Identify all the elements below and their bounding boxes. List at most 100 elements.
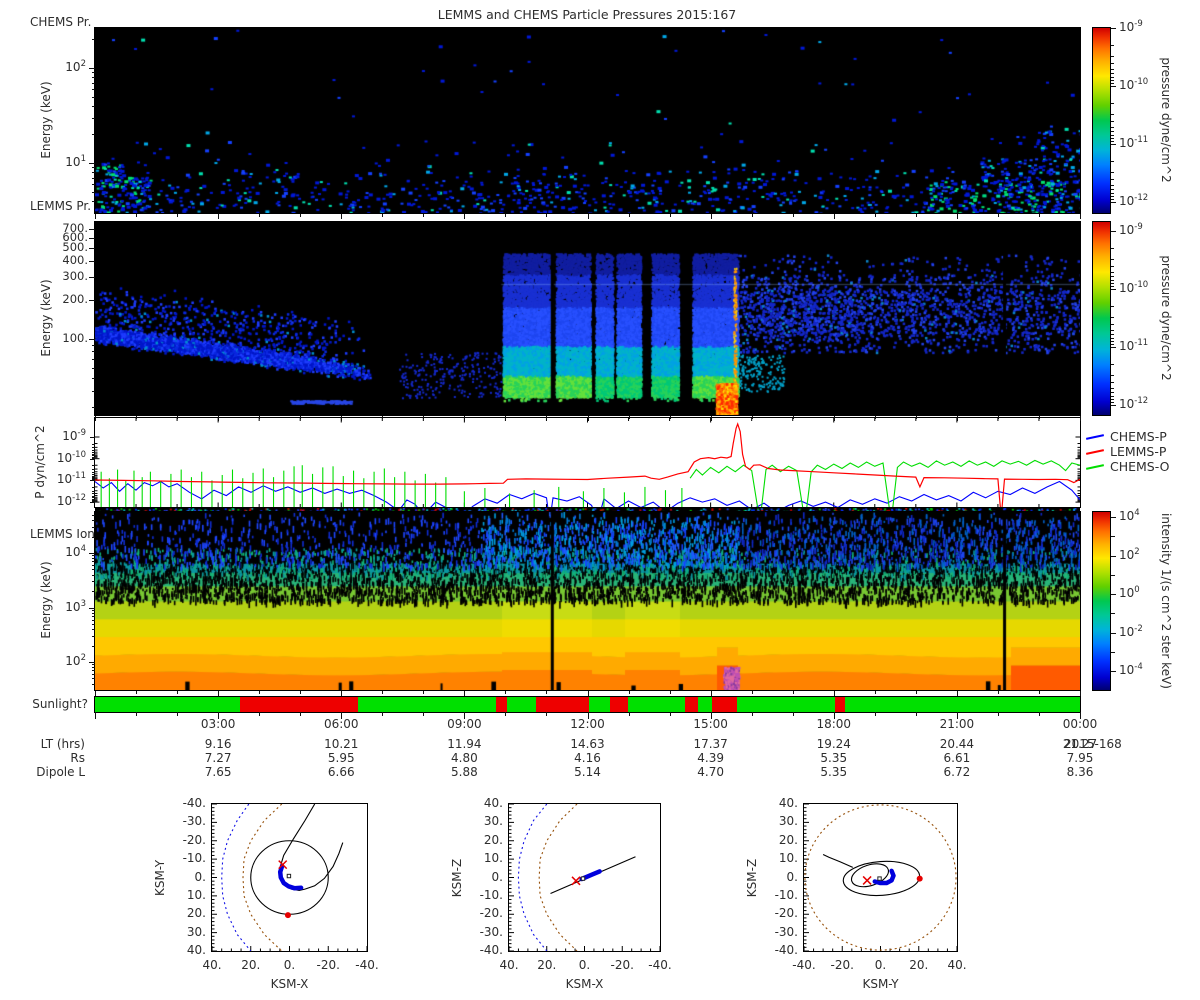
tick-label: 20. <box>537 958 557 972</box>
axis-tick <box>92 134 95 136</box>
axis-tick <box>833 416 835 421</box>
axis-tick <box>259 214 261 217</box>
tick-label: 10-9 <box>62 428 86 443</box>
axis-tick <box>92 619 95 621</box>
tick-label: 0. <box>283 958 296 972</box>
axis-tick <box>89 553 95 554</box>
colorbar-tick <box>1111 271 1114 273</box>
tick-label: 40. <box>186 943 206 957</box>
legend-label: CHEMS-P <box>1110 429 1167 444</box>
axis-tick <box>628 214 630 217</box>
axis-tick <box>1080 691 1081 696</box>
axis-tick <box>669 712 671 716</box>
sunlight-segment <box>357 697 496 712</box>
axis-tick <box>423 214 425 217</box>
axis-tick <box>92 574 95 576</box>
colorbar-tick <box>1111 141 1114 143</box>
axis-tick <box>95 214 96 219</box>
sunlight-bar <box>94 696 1081 713</box>
axis-tick <box>95 712 96 719</box>
tick-label: 30. <box>778 814 798 829</box>
axis-label-y: KSM-Z <box>450 858 464 897</box>
ephemeris-value: 19.24 <box>816 737 851 751</box>
orbit-plot-trajectory_ksm_x_vs_z <box>508 803 661 952</box>
tick-label: 103 <box>65 598 86 614</box>
axis-tick <box>628 712 630 716</box>
colorbar-tick <box>1111 574 1115 576</box>
axis-tick <box>546 416 548 419</box>
tick-label: 20. <box>241 958 261 972</box>
tick-label: -40. <box>479 943 503 957</box>
axis-tick <box>92 471 95 473</box>
axis-tick <box>1038 416 1040 419</box>
axis-tick <box>92 674 95 676</box>
tick-label: 40. <box>499 958 519 972</box>
axis-tick <box>92 623 95 625</box>
chems-pressure-spectrogram <box>94 27 1081 214</box>
panel-label-chems-pr: CHEMS Pr. <box>30 15 92 29</box>
axis-tick <box>915 691 917 694</box>
sunlight-label: Sunlight? <box>32 697 88 711</box>
colorbar-tick <box>1111 289 1116 290</box>
colorbar-tick <box>1111 131 1114 133</box>
colorbar-tick <box>1111 341 1114 343</box>
colorbar-label-pressure-1: pressure dyne/cm^2 <box>1159 57 1173 183</box>
colorbar-tick <box>1111 126 1114 128</box>
axis-tick <box>915 712 917 716</box>
sunlight-segment <box>95 697 240 712</box>
legend-swatch-lemms-p <box>1085 449 1105 455</box>
axis-tick <box>89 68 95 69</box>
axis-tick <box>751 691 753 694</box>
colorbar-pressure-2 <box>1092 221 1111 416</box>
sunlight-segment <box>685 697 698 712</box>
axis-tick <box>341 214 343 219</box>
time-tick-label: 21:00 <box>939 717 975 731</box>
ephemeris-value: 5.35 <box>820 751 848 765</box>
colorbar-intensity <box>1092 511 1111 691</box>
colorbar-tick <box>1111 374 1114 376</box>
tick-label: 0. <box>578 958 591 972</box>
colorbar-tick <box>1111 344 1114 346</box>
tick-label: 10. <box>483 851 503 866</box>
tick-label: 0. <box>786 869 798 884</box>
axis-tick <box>505 691 507 694</box>
ephemeris-value: 4.70 <box>697 765 724 779</box>
row-label-rs: Rs <box>70 751 85 765</box>
sunlight-segment <box>589 697 611 712</box>
axis-tick <box>997 691 999 694</box>
axis-tick <box>956 416 958 421</box>
time-tick-label: 12:00 <box>570 717 605 731</box>
colorbar-tick <box>1111 193 1114 195</box>
sunlight-segment <box>737 697 835 712</box>
colorbar-tick <box>1111 144 1116 145</box>
axis-tick <box>833 691 835 696</box>
tick-label: 10-10 <box>56 449 86 465</box>
tick-label: -20. <box>774 906 798 921</box>
tick-label: -30. <box>479 924 503 939</box>
axis-tick <box>92 117 95 119</box>
axis-tick <box>792 416 794 419</box>
axis-tick <box>92 447 95 449</box>
colorbar-tick <box>1111 405 1116 406</box>
colorbar-pressure-1 <box>1092 27 1111 214</box>
tick-label: 10-12 <box>1119 193 1149 208</box>
axis-tick <box>92 486 95 488</box>
axis-tick <box>92 479 95 481</box>
axis-tick <box>300 416 302 419</box>
axis-tick <box>92 561 95 563</box>
axis-tick <box>177 416 179 419</box>
colorbar-tick <box>1111 323 1114 325</box>
tick-label: 40. <box>778 796 798 810</box>
colorbar-tick <box>1111 387 1114 389</box>
tick-label: 10-12 <box>56 493 86 509</box>
tick-label: -30. <box>182 814 206 829</box>
axis-tick <box>92 177 95 179</box>
colorbar-tick <box>1111 364 1114 366</box>
tick-label: 10-10 <box>1119 280 1149 295</box>
axis-tick <box>464 416 466 421</box>
axis-tick <box>710 691 712 696</box>
axis-tick <box>382 416 384 419</box>
colorbar-tick <box>1111 189 1114 191</box>
lemms-ion-intensity-spectrogram <box>94 511 1081 691</box>
legend-swatch-chems-p <box>1085 434 1105 440</box>
